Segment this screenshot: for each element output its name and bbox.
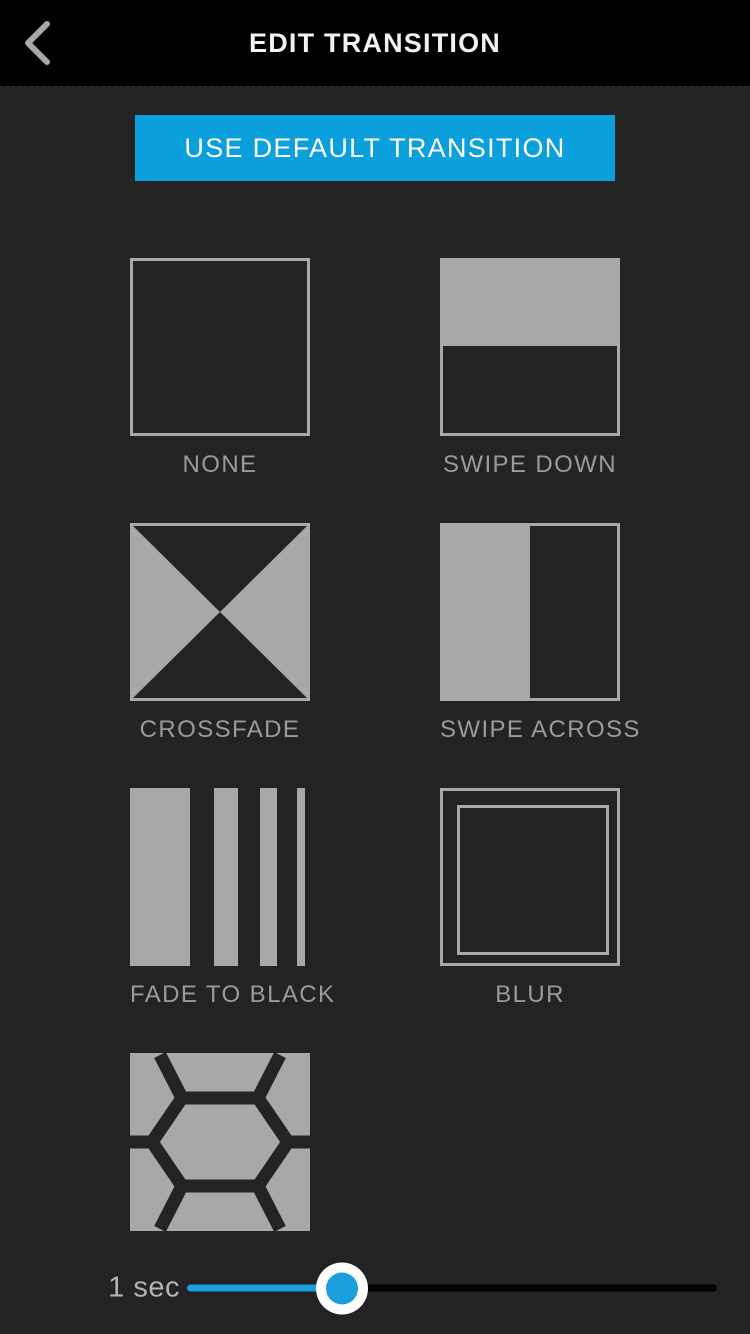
swipe-across-frame xyxy=(440,523,620,701)
crossfade-left-triangle xyxy=(130,523,220,701)
chevron-left-icon xyxy=(21,19,55,67)
fade-stripe xyxy=(305,788,310,966)
transition-option-label: BLUR xyxy=(495,981,565,1008)
transition-grid-row: FADE TO BLACK BLUR xyxy=(0,788,750,1053)
transition-grid-row: NONE SWIPE DOWN xyxy=(0,258,750,523)
transition-option-label: NONE xyxy=(182,451,258,478)
transition-grid-row: CROSSFADE SWIPE ACROSS xyxy=(0,523,750,788)
transition-option-honeycomb[interactable] xyxy=(130,1053,310,1246)
transition-swipe-across-icon xyxy=(440,523,620,701)
app-header: EDIT TRANSITION xyxy=(0,0,750,86)
blur-inner-frame xyxy=(457,805,609,955)
duration-slider-area: 1 sec xyxy=(0,1242,750,1334)
swipe-down-frame xyxy=(440,258,620,436)
transition-crossfade-icon xyxy=(130,523,310,701)
fade-stripe xyxy=(277,788,297,966)
transition-none-icon xyxy=(130,258,310,436)
transition-option-swipe-down[interactable]: SWIPE DOWN xyxy=(440,258,620,479)
transition-option-swipe-across[interactable]: SWIPE ACROSS xyxy=(440,523,641,744)
transition-swipe-down-icon xyxy=(440,258,620,436)
transition-option-label: SWIPE ACROSS xyxy=(440,716,641,743)
transition-option-fade-to-black[interactable]: FADE TO BLACK xyxy=(130,788,336,1009)
transition-option-crossfade[interactable]: CROSSFADE xyxy=(130,523,310,744)
use-default-transition-label: USE DEFAULT TRANSITION xyxy=(184,132,566,163)
use-default-transition-button[interactable]: USE DEFAULT TRANSITION xyxy=(135,115,615,181)
transition-option-label: CROSSFADE xyxy=(139,716,301,743)
transition-option-none[interactable]: NONE xyxy=(130,258,310,479)
duration-slider-thumb[interactable] xyxy=(316,1262,368,1314)
fade-stripe xyxy=(238,788,260,966)
back-button[interactable] xyxy=(2,4,74,82)
edit-transition-screen: EDIT TRANSITION USE DEFAULT TRANSITION N… xyxy=(0,0,750,1334)
transition-option-blur[interactable]: BLUR xyxy=(440,788,620,1009)
transition-honeycomb-icon xyxy=(130,1053,310,1231)
transition-option-label: SWIPE DOWN xyxy=(443,451,617,478)
duration-slider-track[interactable] xyxy=(187,1262,717,1314)
duration-value-label: 1 sec xyxy=(108,1271,180,1304)
transition-grid: NONE SWIPE DOWN CROSSFADE SWIPE ACROSS F… xyxy=(0,258,750,1318)
crossfade-right-triangle xyxy=(220,523,310,701)
transition-fade-to-black-icon xyxy=(130,788,310,966)
transition-option-label: FADE TO BLACK xyxy=(130,981,336,1008)
page-title: EDIT TRANSITION xyxy=(249,27,501,58)
transition-blur-icon xyxy=(440,788,620,966)
fade-stripe xyxy=(190,788,214,966)
